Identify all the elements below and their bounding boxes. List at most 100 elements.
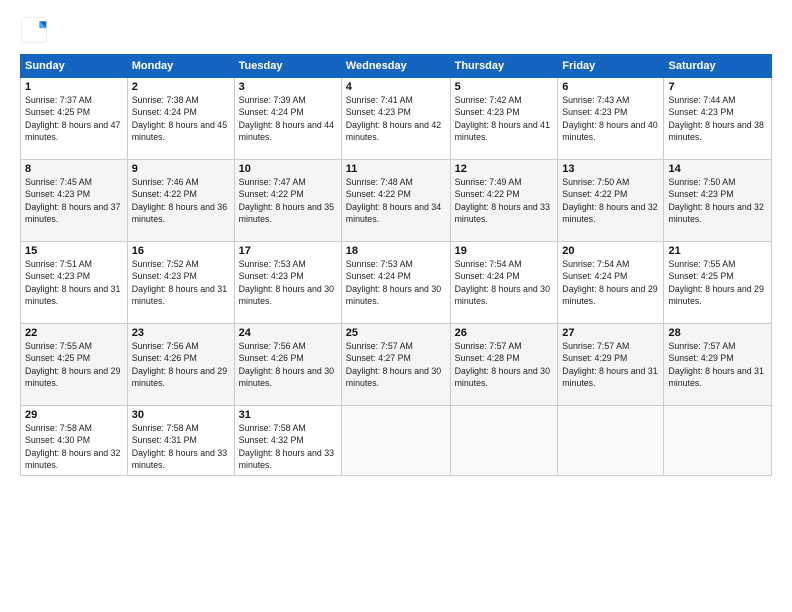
- day-info: Sunrise: 7:46 AMSunset: 4:22 PMDaylight:…: [132, 177, 227, 224]
- calendar-cell: 25Sunrise: 7:57 AMSunset: 4:27 PMDayligh…: [341, 324, 450, 406]
- week-row-4: 22 Sunrise: 7:55 AMSunset: 4:25 PMDayligh…: [21, 324, 772, 406]
- weekday-header-tuesday: Tuesday: [234, 55, 341, 78]
- day-info: Sunrise: 7:57 AMSunset: 4:29 PMDaylight:…: [562, 341, 657, 388]
- day-number: 23: [132, 327, 230, 339]
- day-number: 30: [132, 409, 230, 421]
- calendar-cell: 26 Sunrise: 7:57 AMSunset: 4:28 PMDayligh…: [450, 324, 558, 406]
- day-number: 2: [132, 81, 230, 93]
- day-info: Sunrise: 7:57 AMSunset: 4:27 PMDaylight:…: [346, 341, 441, 388]
- day-info: Sunrise: 7:55 AMSunset: 4:25 PMDaylight:…: [25, 341, 120, 388]
- calendar-cell: 30 Sunrise: 7:58 AMSunset: 4:31 PMDayligh…: [127, 406, 234, 476]
- day-info: Sunrise: 7:58 AMSunset: 4:31 PMDaylight:…: [132, 423, 227, 470]
- day-info: Sunrise: 7:56 AMSunset: 4:26 PMDaylight:…: [132, 341, 227, 388]
- day-number: 5: [455, 81, 554, 93]
- calendar-cell: 7 Sunrise: 7:44 AMSunset: 4:23 PMDaylight…: [664, 78, 772, 160]
- day-number: 21: [668, 245, 767, 257]
- day-info: Sunrise: 7:58 AMSunset: 4:32 PMDaylight:…: [239, 423, 334, 470]
- calendar-cell: 10 Sunrise: 7:47 AMSunset: 4:22 PMDayligh…: [234, 160, 341, 242]
- calendar-cell: [558, 406, 664, 476]
- day-info: Sunrise: 7:54 AMSunset: 4:24 PMDaylight:…: [455, 259, 550, 306]
- calendar-cell: 28 Sunrise: 7:57 AMSunset: 4:29 PMDayligh…: [664, 324, 772, 406]
- day-info: Sunrise: 7:44 AMSunset: 4:23 PMDaylight:…: [668, 95, 763, 142]
- calendar-cell: 12 Sunrise: 7:49 AMSunset: 4:22 PMDayligh…: [450, 160, 558, 242]
- calendar-cell: 2 Sunrise: 7:38 AMSunset: 4:24 PMDaylight…: [127, 78, 234, 160]
- day-number: 31: [239, 409, 337, 421]
- day-info: Sunrise: 7:42 AMSunset: 4:23 PMDaylight:…: [455, 95, 550, 142]
- calendar-cell: 15 Sunrise: 7:51 AMSunset: 4:23 PMDayligh…: [21, 242, 128, 324]
- day-number: 28: [668, 327, 767, 339]
- day-info: Sunrise: 7:52 AMSunset: 4:23 PMDaylight:…: [132, 259, 227, 306]
- calendar-cell: 6 Sunrise: 7:43 AMSunset: 4:23 PMDaylight…: [558, 78, 664, 160]
- calendar-cell: 5 Sunrise: 7:42 AMSunset: 4:23 PMDaylight…: [450, 78, 558, 160]
- day-number: 12: [455, 163, 554, 175]
- calendar-cell: 16 Sunrise: 7:52 AMSunset: 4:23 PMDayligh…: [127, 242, 234, 324]
- calendar-cell: 29Sunrise: 7:58 AMSunset: 4:30 PMDayligh…: [21, 406, 128, 476]
- day-info: Sunrise: 7:58 AMSunset: 4:30 PMDaylight:…: [25, 423, 120, 470]
- calendar-cell: 11 Sunrise: 7:48 AMSunset: 4:22 PMDayligh…: [341, 160, 450, 242]
- weekday-header-wednesday: Wednesday: [341, 55, 450, 78]
- day-info: Sunrise: 7:57 AMSunset: 4:28 PMDaylight:…: [455, 341, 550, 388]
- calendar-cell: [450, 406, 558, 476]
- day-number: 20: [562, 245, 659, 257]
- day-number: 26: [455, 327, 554, 339]
- calendar-table: SundayMondayTuesdayWednesdayThursdayFrid…: [20, 54, 772, 476]
- day-info: Sunrise: 7:45 AMSunset: 4:23 PMDaylight:…: [25, 177, 120, 224]
- day-number: 14: [668, 163, 767, 175]
- weekday-header-thursday: Thursday: [450, 55, 558, 78]
- day-number: 19: [455, 245, 554, 257]
- day-number: 17: [239, 245, 337, 257]
- day-info: Sunrise: 7:47 AMSunset: 4:22 PMDaylight:…: [239, 177, 334, 224]
- day-info: Sunrise: 7:51 AMSunset: 4:23 PMDaylight:…: [25, 259, 120, 306]
- calendar-cell: 27 Sunrise: 7:57 AMSunset: 4:29 PMDayligh…: [558, 324, 664, 406]
- calendar-cell: 23 Sunrise: 7:56 AMSunset: 4:26 PMDayligh…: [127, 324, 234, 406]
- calendar-cell: 31 Sunrise: 7:58 AMSunset: 4:32 PMDayligh…: [234, 406, 341, 476]
- day-info: Sunrise: 7:57 AMSunset: 4:29 PMDaylight:…: [668, 341, 763, 388]
- calendar-cell: [341, 406, 450, 476]
- day-number: 18: [346, 245, 446, 257]
- header: [20, 16, 772, 44]
- day-number: 22: [25, 327, 123, 339]
- weekday-header-sunday: Sunday: [21, 55, 128, 78]
- calendar-cell: 20 Sunrise: 7:54 AMSunset: 4:24 PMDayligh…: [558, 242, 664, 324]
- day-number: 16: [132, 245, 230, 257]
- week-row-3: 15 Sunrise: 7:51 AMSunset: 4:23 PMDayligh…: [21, 242, 772, 324]
- day-number: 24: [239, 327, 337, 339]
- calendar-cell: 3 Sunrise: 7:39 AMSunset: 4:24 PMDaylight…: [234, 78, 341, 160]
- day-info: Sunrise: 7:39 AMSunset: 4:24 PMDaylight:…: [239, 95, 334, 142]
- day-info: Sunrise: 7:53 AMSunset: 4:24 PMDaylight:…: [346, 259, 441, 306]
- day-info: Sunrise: 7:38 AMSunset: 4:24 PMDaylight:…: [132, 95, 227, 142]
- weekday-header-row: SundayMondayTuesdayWednesdayThursdayFrid…: [21, 55, 772, 78]
- day-number: 3: [239, 81, 337, 93]
- day-info: Sunrise: 7:41 AMSunset: 4:23 PMDaylight:…: [346, 95, 441, 142]
- calendar-cell: 4 Sunrise: 7:41 AMSunset: 4:23 PMDaylight…: [341, 78, 450, 160]
- calendar-cell: 17 Sunrise: 7:53 AMSunset: 4:23 PMDayligh…: [234, 242, 341, 324]
- day-number: 6: [562, 81, 659, 93]
- day-number: 11: [346, 163, 446, 175]
- day-info: Sunrise: 7:50 AMSunset: 4:22 PMDaylight:…: [562, 177, 657, 224]
- calendar-cell: 14Sunrise: 7:50 AMSunset: 4:23 PMDayligh…: [664, 160, 772, 242]
- week-row-2: 8Sunrise: 7:45 AMSunset: 4:23 PMDaylight…: [21, 160, 772, 242]
- day-info: Sunrise: 7:56 AMSunset: 4:26 PMDaylight:…: [239, 341, 334, 388]
- day-number: 9: [132, 163, 230, 175]
- calendar-body: 1Sunrise: 7:37 AMSunset: 4:25 PMDaylight…: [21, 78, 772, 476]
- day-number: 4: [346, 81, 446, 93]
- calendar-cell: 1Sunrise: 7:37 AMSunset: 4:25 PMDaylight…: [21, 78, 128, 160]
- day-number: 27: [562, 327, 659, 339]
- day-info: Sunrise: 7:53 AMSunset: 4:23 PMDaylight:…: [239, 259, 334, 306]
- calendar-cell: 8Sunrise: 7:45 AMSunset: 4:23 PMDaylight…: [21, 160, 128, 242]
- calendar-cell: 22 Sunrise: 7:55 AMSunset: 4:25 PMDayligh…: [21, 324, 128, 406]
- day-number: 10: [239, 163, 337, 175]
- calendar-cell: 9 Sunrise: 7:46 AMSunset: 4:22 PMDaylight…: [127, 160, 234, 242]
- calendar-cell: [664, 406, 772, 476]
- page: SundayMondayTuesdayWednesdayThursdayFrid…: [0, 0, 792, 612]
- day-info: Sunrise: 7:43 AMSunset: 4:23 PMDaylight:…: [562, 95, 657, 142]
- day-info: Sunrise: 7:49 AMSunset: 4:22 PMDaylight:…: [455, 177, 550, 224]
- calendar-cell: 13Sunrise: 7:50 AMSunset: 4:22 PMDayligh…: [558, 160, 664, 242]
- calendar-cell: 24 Sunrise: 7:56 AMSunset: 4:26 PMDayligh…: [234, 324, 341, 406]
- day-number: 15: [25, 245, 123, 257]
- day-number: 7: [668, 81, 767, 93]
- day-info: Sunrise: 7:54 AMSunset: 4:24 PMDaylight:…: [562, 259, 657, 306]
- logo-icon: [20, 16, 48, 44]
- day-info: Sunrise: 7:48 AMSunset: 4:22 PMDaylight:…: [346, 177, 441, 224]
- day-info: Sunrise: 7:37 AMSunset: 4:25 PMDaylight:…: [25, 95, 120, 142]
